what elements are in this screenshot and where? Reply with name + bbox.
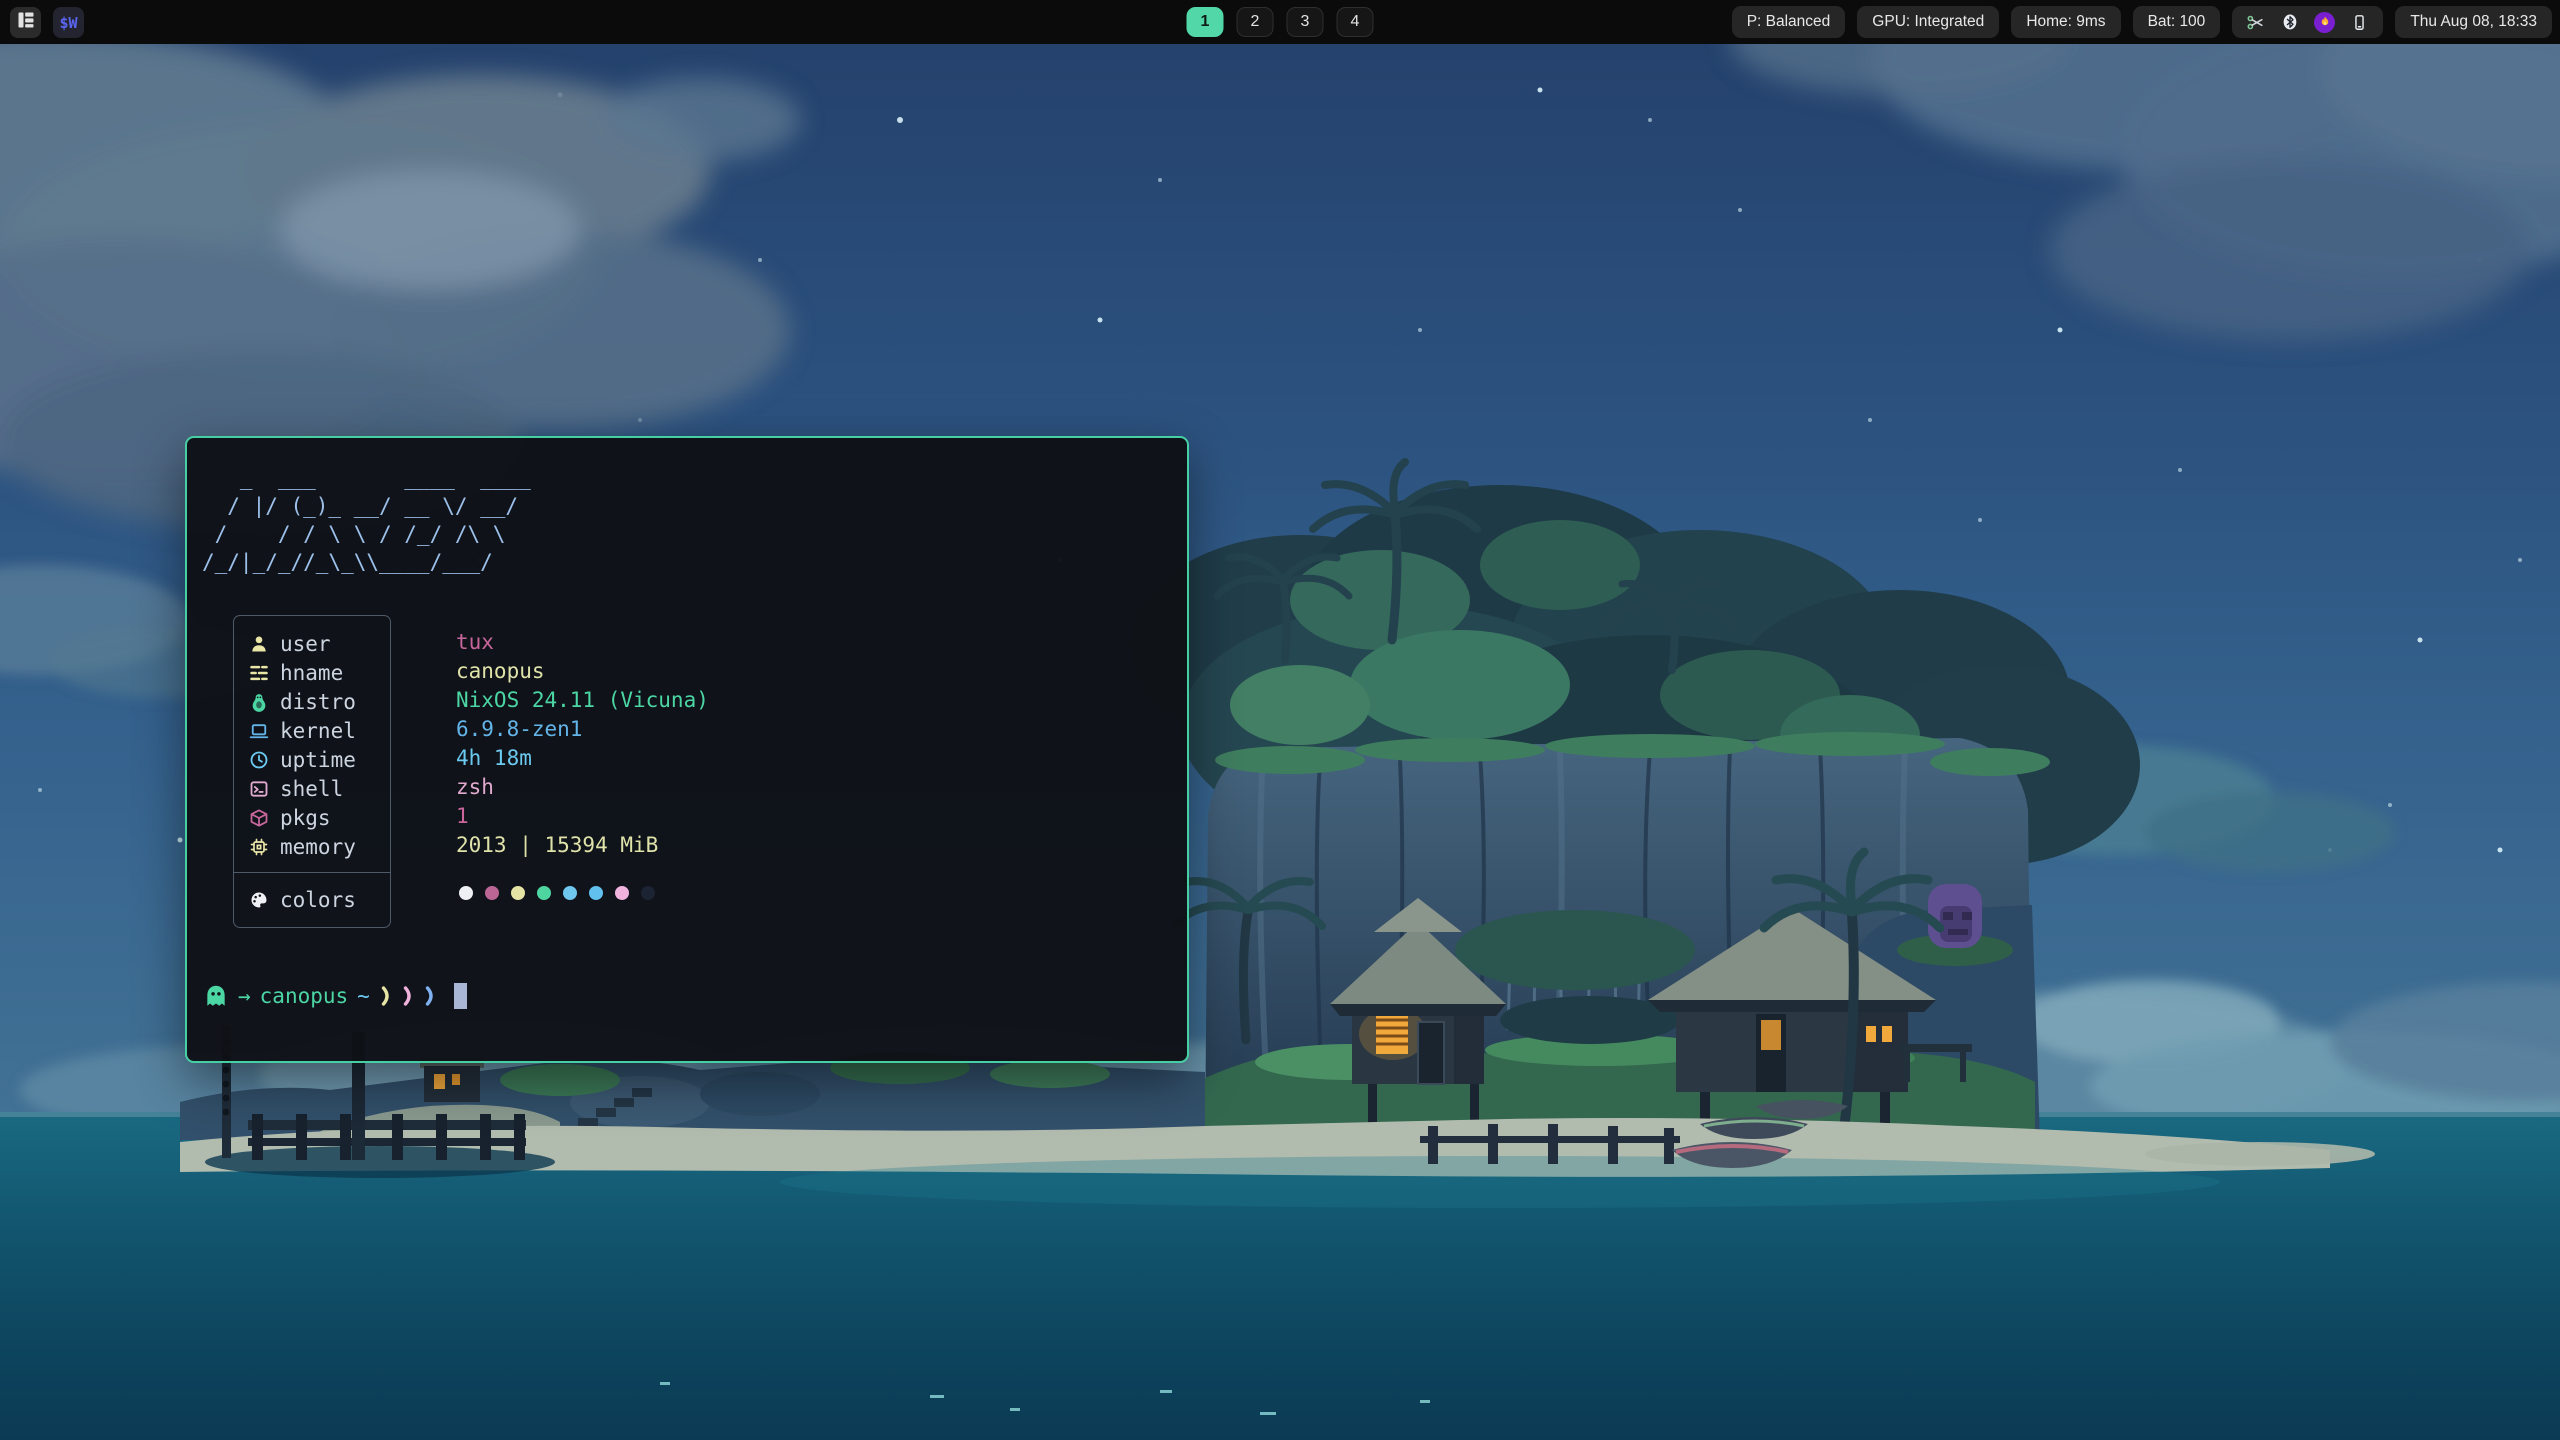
color-swatch [563,886,577,900]
stone-statue [1928,884,1982,948]
scissors-icon[interactable] [2246,13,2265,32]
color-swatch [511,886,525,900]
prompt-chevron-icon [401,984,418,1008]
fetch-row-pkgs: pkgs [234,803,390,832]
user-icon [248,633,269,654]
terminal-window[interactable]: _ ___ ____ ____ / |/ (_)_ __/ __ \/ __/ … [185,436,1189,1063]
wm-logo-label: $W [59,14,77,32]
fetch-row-colors: colors [234,881,390,919]
system-tray [2232,6,2383,38]
color-swatch [589,886,603,900]
fetch-row-distro: distro [234,687,390,716]
app-launcher-button[interactable] [10,7,41,38]
prompt-path: ~ [357,984,370,1008]
palette-icon [248,890,269,911]
bluetooth-icon[interactable] [2280,13,2299,32]
prompt-host: canopus [260,984,349,1008]
fetch-row-user: user [234,629,390,658]
clock-icon [248,749,269,770]
fetch-labels-box: user hname distro kernel uptime [233,615,391,928]
fetch-value-pkgs: 1 [456,802,709,831]
fetch-row-uptime: uptime [234,745,390,774]
fetch-values: tux canopus NixOS 24.11 (Vicuna) 6.9.8-z… [456,628,709,900]
workspace-switcher: 1 2 3 4 [1187,7,1374,37]
phone-icon[interactable] [2350,13,2369,32]
color-swatch [615,886,629,900]
fetch-divider [234,872,390,873]
fetch-label: hname [280,661,343,685]
fetch-row-memory: memory [234,832,390,861]
workspace-button-2[interactable]: 2 [1237,7,1274,37]
fetch-value-memory: 2013 | 15394 MiB [456,831,709,860]
penguin-icon [248,691,269,712]
list-icon [248,662,269,683]
fetch-label: distro [280,690,356,714]
laptop-icon [248,720,269,741]
clock-module[interactable]: Thu Aug 08, 18:33 [2395,6,2552,38]
color-swatch [459,886,473,900]
fetch-value-kernel: 6.9.8-zen1 [456,715,709,744]
fetch-label: memory [280,835,356,859]
gpu-module[interactable]: GPU: Integrated [1857,6,1999,38]
fetch-row-hname: hname [234,658,390,687]
terminal-cursor [454,983,467,1009]
fetch-label: uptime [280,748,356,772]
prompt-arrow: → [238,984,251,1008]
fetch-label: kernel [280,719,356,743]
terminal-prompt[interactable]: → canopus ~ [203,983,467,1009]
status-bar: $W 1 2 3 4 P: Balanced GPU: Integrated H… [0,0,2560,44]
ghost-icon [203,983,229,1009]
fetch-label: pkgs [280,806,331,830]
fetch-value-hname: canopus [456,657,709,686]
prompt-chevron-icon [379,984,396,1008]
fetch-value-uptime: 4h 18m [456,744,709,773]
fetch-value-shell: zsh [456,773,709,802]
color-swatch [485,886,499,900]
ping-module[interactable]: Home: 9ms [2011,6,2120,38]
fetch-row-kernel: kernel [234,716,390,745]
app-grid-icon [16,10,36,35]
wm-logo-button[interactable]: $W [53,7,84,38]
workspace-button-4[interactable]: 4 [1337,7,1374,37]
terminal-color-palette [456,886,709,900]
fetch-value-user: tux [456,628,709,657]
desktop: $W 1 2 3 4 P: Balanced GPU: Integrated H… [0,0,2560,1440]
color-swatch [537,886,551,900]
fetch-label: colors [280,888,356,912]
chip-icon [248,836,269,857]
power-profile-module[interactable]: P: Balanced [1732,6,1846,38]
battery-module[interactable]: Bat: 100 [2133,6,2221,38]
fetch-row-shell: shell [234,774,390,803]
workspace-button-1[interactable]: 1 [1187,7,1224,37]
ascii-logo: _ ___ ____ ____ / |/ (_)_ __/ __ \/ __/ … [202,464,531,576]
package-icon [248,807,269,828]
terminal-icon [248,778,269,799]
prompt-chevron-icon [423,984,440,1008]
fetch-value-distro: NixOS 24.11 (Vicuna) [456,686,709,715]
hut-small [420,1058,484,1102]
fetch-label: shell [280,777,343,801]
flame-icon[interactable] [2314,12,2335,33]
fetch-label: user [280,632,331,656]
color-swatch [641,886,655,900]
workspace-button-3[interactable]: 3 [1287,7,1324,37]
